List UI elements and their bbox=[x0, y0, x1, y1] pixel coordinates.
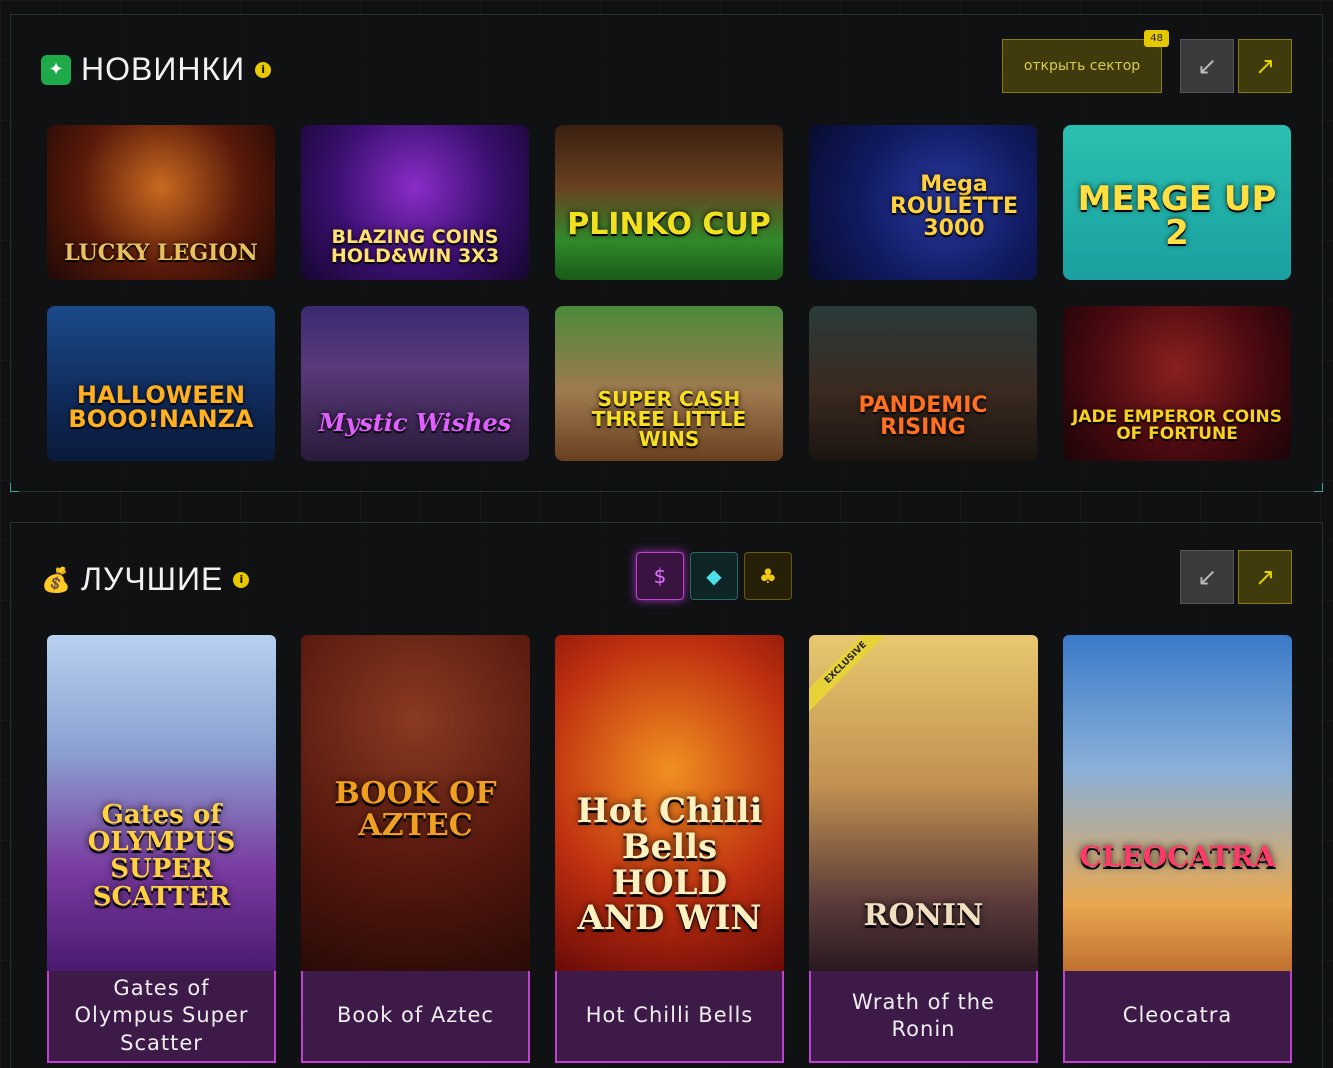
game-title: BLAZING COINS HOLD&WIN 3X3 bbox=[330, 226, 500, 267]
game-art: Hot Chilli Bells HOLD AND WIN bbox=[555, 635, 784, 971]
arrow-up-right-icon: ↗ bbox=[1254, 52, 1276, 80]
open-sector-button[interactable]: открыть сектор 48 bbox=[1002, 30, 1169, 93]
game-title: SUPER CASH THREE LITTLE WINS bbox=[591, 387, 747, 451]
sparkle-icon: ✦ bbox=[41, 54, 71, 85]
money-bag-filter-button[interactable]: $ bbox=[636, 552, 684, 600]
game-tile[interactable]: LUCKY LEGION bbox=[47, 125, 275, 280]
section-header: ✦ НОВИНКИ i bbox=[41, 51, 272, 88]
exclusive-badge: EXCLUSIVE bbox=[809, 635, 889, 715]
game-title: PANDEMIC RISING bbox=[858, 393, 988, 440]
casino-chip-icon: ♣ bbox=[759, 564, 777, 588]
game-label: Book of Aztec bbox=[301, 971, 530, 1063]
game-title: MERGE UP 2 bbox=[1077, 179, 1277, 253]
prev-arrow-button[interactable]: ↙ bbox=[1180, 550, 1234, 604]
money-bag-icon: $ bbox=[653, 564, 667, 588]
game-tile[interactable]: PANDEMIC RISING bbox=[809, 306, 1037, 461]
arrow-up-right-icon: ↗ bbox=[1254, 563, 1276, 591]
diamond-icon: ◆ bbox=[706, 564, 722, 588]
game-art-title: Hot Chilli Bells HOLD AND WIN bbox=[576, 791, 763, 939]
exclusive-badge-label: EXCLUSIVE bbox=[809, 635, 889, 715]
next-arrow-button[interactable]: ↗ bbox=[1238, 39, 1292, 93]
game-tile[interactable]: BLAZING COINS HOLD&WIN 3X3 bbox=[301, 125, 529, 280]
game-card[interactable]: RONIN EXCLUSIVE Wrath of the Ronin bbox=[809, 635, 1038, 1065]
diamond-filter-button[interactable]: ◆ bbox=[690, 552, 738, 600]
game-label: Gates of Olympus Super Scatter bbox=[47, 971, 276, 1063]
game-art: RONIN EXCLUSIVE bbox=[809, 635, 1038, 971]
game-art-title: BOOK OF AZTEC bbox=[334, 776, 497, 843]
game-art-title: CLEOCATRA bbox=[1079, 839, 1276, 873]
game-tile[interactable]: PLINKO CUP bbox=[555, 125, 783, 280]
game-card[interactable]: BOOK OF AZTEC Book of Aztec bbox=[301, 635, 530, 1065]
game-tile[interactable]: Mega ROULETTE 3000 bbox=[809, 125, 1037, 280]
game-title: HALLOWEEN BOOO!NANZA bbox=[68, 381, 254, 433]
game-art: CLEOCATRA bbox=[1063, 635, 1292, 971]
chip-filter-button[interactable]: ♣ bbox=[744, 552, 792, 600]
section-best: 💰 ЛУЧШИЕ i $ ◆ ♣ ↙ ↗ Gates of OLYMPUS SU… bbox=[10, 522, 1323, 1068]
game-art: Gates of OLYMPUS SUPER SCATTER bbox=[47, 635, 276, 971]
game-label: Hot Chilli Bells bbox=[555, 971, 784, 1063]
game-tile[interactable]: JADE EMPEROR COINS OF FORTUNE bbox=[1063, 306, 1291, 461]
game-tile[interactable]: SUPER CASH THREE LITTLE WINS bbox=[555, 306, 783, 461]
section-header: 💰 ЛУЧШИЕ i bbox=[41, 561, 250, 598]
category-filters: $ ◆ ♣ bbox=[636, 552, 792, 600]
game-title: Mystic Wishes bbox=[318, 408, 512, 437]
game-title: JADE EMPEROR COINS OF FORTUNE bbox=[1071, 407, 1282, 444]
arrow-down-left-icon: ↙ bbox=[1196, 52, 1218, 80]
money-bag-icon: 💰 bbox=[41, 565, 71, 594]
section-new: ✦ НОВИНКИ i открыть сектор 48 ↙ ↗ LUCKY … bbox=[10, 14, 1323, 492]
section-title: НОВИНКИ bbox=[81, 51, 246, 87]
open-sector-label: открыть сектор bbox=[1023, 58, 1141, 74]
game-art: BOOK OF AZTEC bbox=[301, 635, 530, 971]
game-label: Cleocatra bbox=[1063, 971, 1292, 1063]
game-title: LUCKY LEGION bbox=[64, 240, 258, 266]
info-icon[interactable]: i bbox=[233, 571, 250, 588]
arrow-down-left-icon: ↙ bbox=[1196, 563, 1218, 591]
section-title: ЛУЧШИЕ bbox=[81, 561, 224, 597]
game-card[interactable]: Hot Chilli Bells HOLD AND WIN Hot Chilli… bbox=[555, 635, 784, 1065]
game-label: Wrath of the Ronin bbox=[809, 971, 1038, 1063]
game-title: PLINKO CUP bbox=[567, 207, 771, 242]
game-tile[interactable]: MERGE UP 2 bbox=[1063, 125, 1291, 280]
game-card[interactable]: CLEOCATRA Cleocatra bbox=[1063, 635, 1292, 1065]
game-art-title: Gates of OLYMPUS SUPER SCATTER bbox=[87, 799, 236, 912]
count-badge: 48 bbox=[1144, 30, 1169, 47]
game-card[interactable]: Gates of OLYMPUS SUPER SCATTER Gates of … bbox=[47, 635, 276, 1065]
prev-arrow-button[interactable]: ↙ bbox=[1180, 39, 1234, 93]
game-tile[interactable]: Mystic Wishes bbox=[301, 306, 529, 461]
next-arrow-button[interactable]: ↗ bbox=[1238, 550, 1292, 604]
game-art-title: RONIN bbox=[863, 897, 984, 933]
game-title: Mega ROULETTE 3000 bbox=[889, 172, 1019, 241]
game-tile[interactable]: HALLOWEEN BOOO!NANZA bbox=[47, 306, 275, 461]
info-icon[interactable]: i bbox=[255, 61, 272, 78]
